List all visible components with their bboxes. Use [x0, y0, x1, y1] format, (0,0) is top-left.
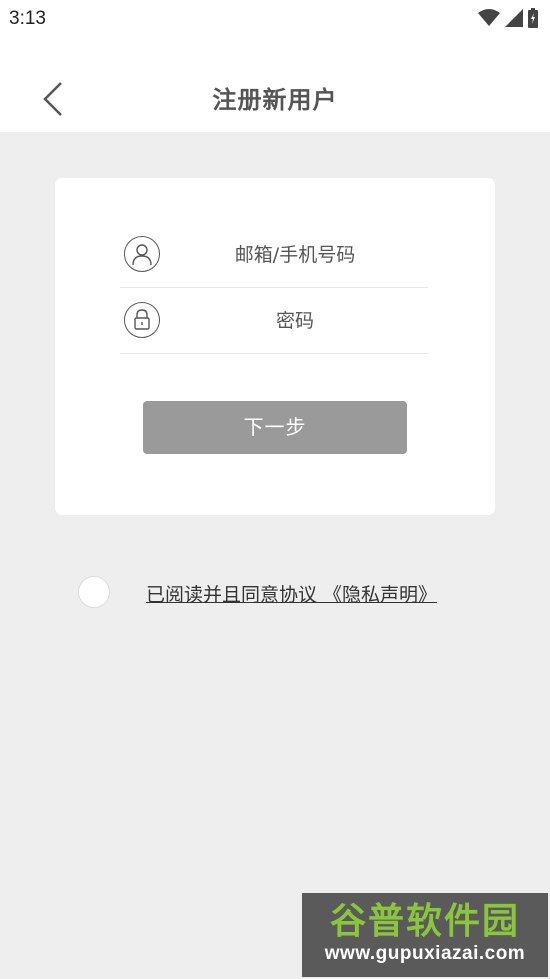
signal-icon — [505, 9, 523, 31]
account-field — [120, 223, 428, 288]
status-time: 3:13 — [9, 8, 46, 29]
header-bar: 注册新用户 — [0, 38, 550, 132]
agree-radio[interactable] — [78, 576, 110, 608]
password-field — [120, 289, 428, 354]
lock-icon — [124, 302, 160, 338]
page-title: 注册新用户 — [212, 86, 338, 114]
battery-icon — [528, 8, 538, 32]
agreement-link[interactable]: 已阅读并且同意协议 《隐私声明》 — [146, 580, 437, 607]
user-icon — [124, 236, 160, 272]
register-form-card: 下一步 — [55, 178, 495, 515]
watermark: 谷普软件园 www.gupuxiazai.com — [302, 893, 548, 977]
status-bar: 3:13 — [0, 0, 550, 38]
watermark-logo: 谷普软件园 — [329, 900, 520, 941]
account-input[interactable] — [170, 237, 420, 273]
status-icons — [478, 8, 538, 32]
wifi-icon — [478, 9, 500, 31]
watermark-url: www.gupuxiazai.com — [324, 943, 526, 964]
password-input[interactable] — [170, 303, 420, 339]
next-step-button[interactable]: 下一步 — [143, 401, 407, 454]
